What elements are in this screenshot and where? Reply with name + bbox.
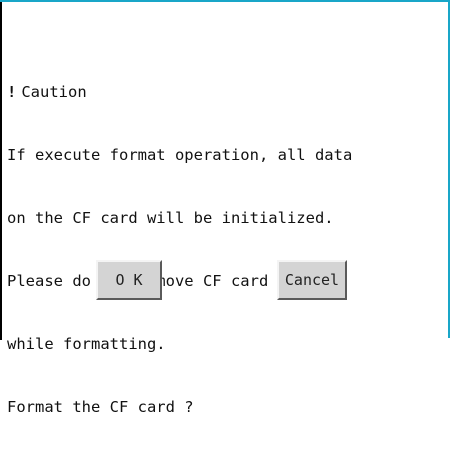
caution-title: Caution [21, 83, 87, 101]
format-confirm-dialog: ! Caution If execute format operation, al… [0, 0, 450, 416]
ok-button-label: O K [115, 271, 143, 289]
cancel-button[interactable]: Cancel [277, 260, 347, 300]
exclamation-icon: ! [7, 83, 17, 101]
caution-heading: ! Caution [7, 82, 443, 103]
dialog-left-edge [0, 2, 2, 340]
dialog-message: ! Caution If execute format operation, al… [7, 40, 443, 460]
cancel-button-label: Cancel [284, 271, 340, 289]
message-line: on the CF card will be initialized. [7, 209, 334, 227]
message-line: Please do not remove CF card [7, 272, 269, 290]
message-line: while formatting. [7, 335, 166, 353]
message-line: If execute format operation, all data [7, 146, 353, 164]
message-line: Format the CF card ? [7, 398, 194, 416]
ok-button[interactable]: O K [96, 260, 162, 300]
